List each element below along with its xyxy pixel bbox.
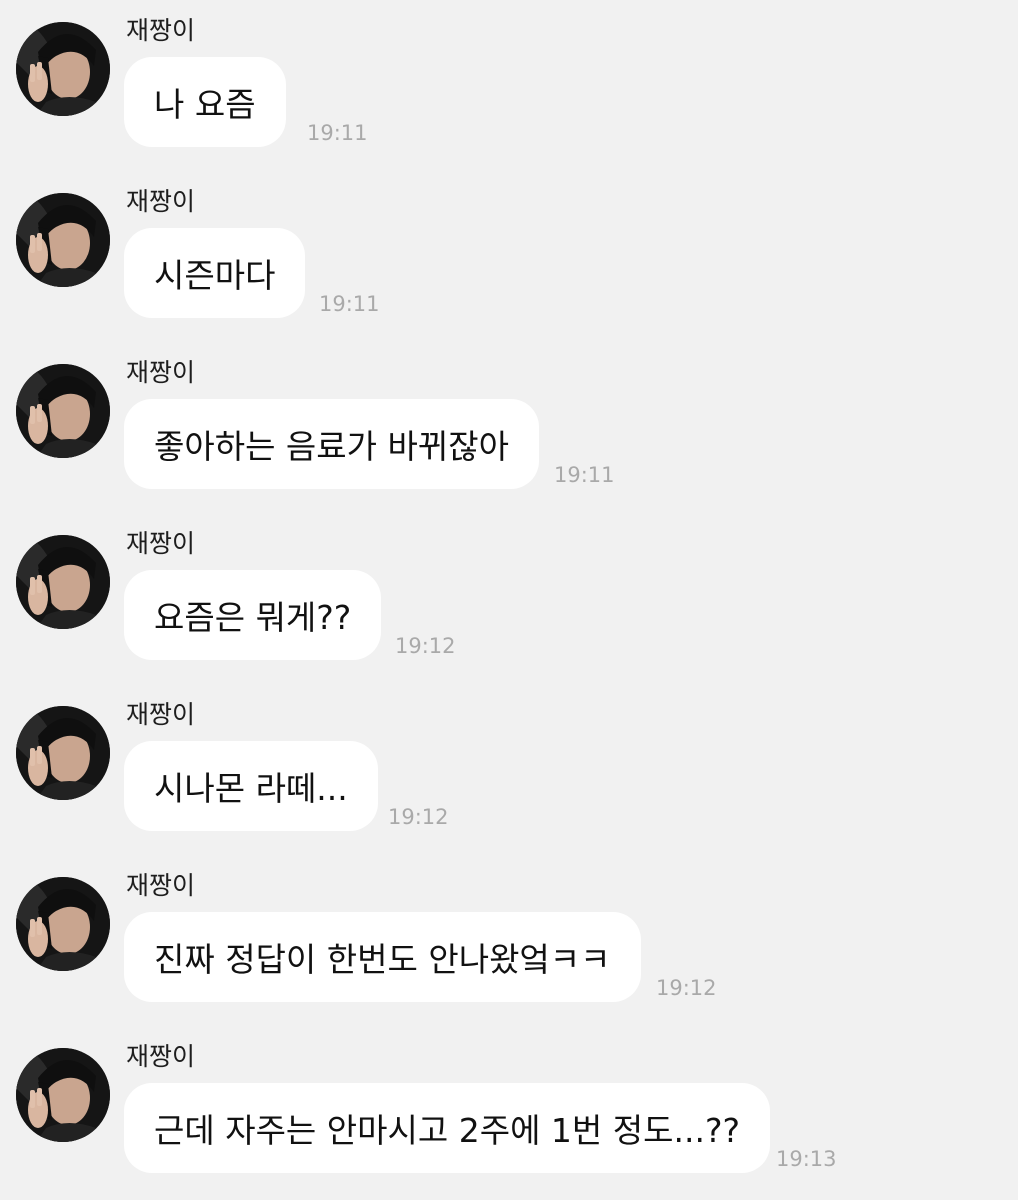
message-bubble[interactable]: 요즘은 뭐게?? <box>124 570 382 660</box>
sender-name: 재짱이 <box>126 358 196 387</box>
message-row: 재짱이 요즘은 뭐게?? 19:12 <box>0 513 1018 684</box>
message-row: 재짱이 나 요즘 19:11 <box>0 0 1018 171</box>
message-bubble[interactable]: 근데 자주는 안마시고 2주에 1번 정도...?? <box>124 1083 770 1173</box>
profile-photo-icon <box>16 22 110 116</box>
message-timestamp: 19:11 <box>554 463 615 487</box>
message-bubble[interactable]: 나 요즘 <box>124 57 286 147</box>
message-row: 재짱이 시나몬 라떼... 19:12 <box>0 684 1018 855</box>
message-timestamp: 19:12 <box>388 805 449 829</box>
message-bubble[interactable]: 좋아하는 음료가 바뀌잖아 <box>124 399 539 489</box>
avatar[interactable] <box>16 1048 110 1142</box>
message-timestamp: 19:12 <box>395 634 456 658</box>
message-row: 재짱이 진짜 정답이 한번도 안나왔엌ㅋㅋ 19:12 <box>0 855 1018 1026</box>
sender-name: 재짱이 <box>126 1042 196 1071</box>
sender-name: 재짱이 <box>126 16 196 45</box>
avatar[interactable] <box>16 193 110 287</box>
message-row: 재짱이 좋아하는 음료가 바뀌잖아 19:11 <box>0 342 1018 513</box>
avatar[interactable] <box>16 877 110 971</box>
profile-photo-icon <box>16 535 110 629</box>
sender-name: 재짱이 <box>126 529 196 558</box>
avatar[interactable] <box>16 22 110 116</box>
profile-photo-icon <box>16 193 110 287</box>
profile-photo-icon <box>16 364 110 458</box>
profile-photo-icon <box>16 706 110 800</box>
message-timestamp: 19:12 <box>656 976 717 1000</box>
message-bubble[interactable]: 진짜 정답이 한번도 안나왔엌ㅋㅋ <box>124 912 641 1002</box>
sender-name: 재짱이 <box>126 871 196 900</box>
message-timestamp: 19:11 <box>319 292 380 316</box>
profile-photo-icon <box>16 1048 110 1142</box>
message-row: 재짱이 시즌마다 19:11 <box>0 171 1018 342</box>
profile-photo-icon <box>16 877 110 971</box>
message-bubble[interactable]: 시즌마다 <box>124 228 306 318</box>
message-bubble[interactable]: 시나몬 라떼... <box>124 741 378 831</box>
message-timestamp: 19:11 <box>307 121 368 145</box>
avatar[interactable] <box>16 364 110 458</box>
sender-name: 재짱이 <box>126 700 196 729</box>
avatar[interactable] <box>16 706 110 800</box>
avatar[interactable] <box>16 535 110 629</box>
message-row: 재짱이 근데 자주는 안마시고 2주에 1번 정도...?? 19:13 <box>0 1026 1018 1197</box>
sender-name: 재짱이 <box>126 187 196 216</box>
message-timestamp: 19:13 <box>776 1147 837 1171</box>
